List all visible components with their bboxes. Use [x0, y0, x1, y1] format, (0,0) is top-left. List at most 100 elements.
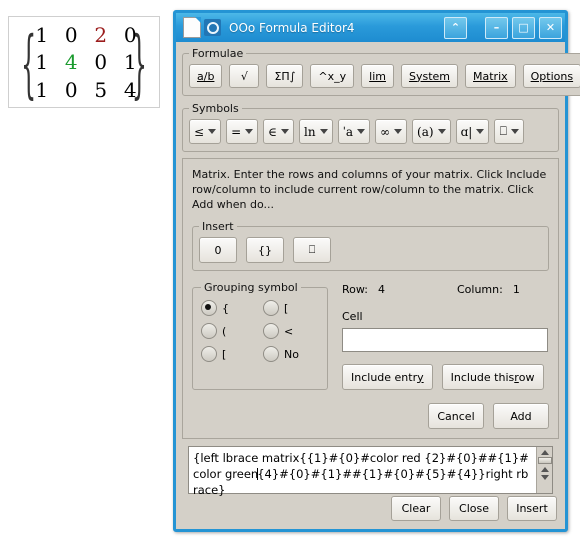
- symbol-dropdown-set-operations[interactable]: ∈: [263, 119, 295, 144]
- grouping-symbol-group: Grouping symbol { [ ( < [ No: [192, 281, 328, 390]
- chevron-down-icon: [394, 129, 403, 134]
- symbol-dropdown-brackets[interactable]: (a): [412, 119, 451, 144]
- scroll-down-icon[interactable]: [540, 475, 549, 480]
- chevron-down-icon: [281, 129, 290, 134]
- matrix-cell-r1-c3: 2: [94, 23, 108, 48]
- formula-button-fraction[interactable]: a/b: [189, 64, 223, 88]
- grouping-radio-grid: { [ ( < [ No: [201, 300, 319, 362]
- symbol-dropdown-others[interactable]: ∞: [375, 119, 408, 144]
- chevron-down-icon: [319, 129, 328, 134]
- cell-input[interactable]: [342, 328, 548, 352]
- radio-indicator[interactable]: [263, 300, 279, 316]
- scroll-thumb[interactable]: [537, 457, 552, 464]
- scroll-up-icon[interactable]: [540, 450, 549, 455]
- formula-editor-window: OOo Formula Editor4 ⌃ – □ ✕ Formulae a/b…: [173, 10, 580, 532]
- chevron-down-icon: [245, 129, 254, 134]
- matrix-cell-r3-c1: 1: [35, 77, 49, 102]
- grouping-radio-brace[interactable]: {: [201, 300, 257, 316]
- insert-braces-button[interactable]: {}: [246, 237, 284, 263]
- symbols-button-row: ≤ = ∈ ln ˈa ∞ (a) ɑ| ⎕: [189, 119, 552, 144]
- scroll-up-small-icon[interactable]: [540, 467, 549, 472]
- matrix-cell-r1-c4: 0: [123, 23, 137, 48]
- grouping-radio-none[interactable]: No: [263, 346, 319, 362]
- include-entry-button[interactable]: Include entr y: [342, 364, 433, 390]
- chevron-down-icon: [437, 129, 446, 134]
- cancel-button[interactable]: Cancel: [428, 403, 484, 429]
- grouping-radio-paren[interactable]: (: [201, 323, 257, 339]
- matrix-cell-r1-c2: 0: [64, 23, 78, 48]
- formula-text-content[interactable]: {left lbrace matrix{{1}#{0}#color red {2…: [189, 447, 536, 497]
- formulae-button-row: a/b √ ΣΠ∫ ^x_y lim System Matrix Options: [189, 64, 580, 88]
- symbol-dropdown-formats[interactable]: ɑ|: [455, 119, 490, 144]
- matrix-action-row: Cancel Add: [428, 403, 549, 429]
- close-button-bottom[interactable]: Close: [449, 496, 499, 521]
- radio-indicator[interactable]: [263, 323, 279, 339]
- insert-legend: Insert: [202, 220, 234, 233]
- insert-button-row: 0 {} ⎕: [199, 237, 542, 263]
- matrix-cell-r2-c3: 0: [94, 50, 108, 75]
- chevron-down-icon: [510, 129, 519, 134]
- options-button[interactable]: Options: [522, 64, 580, 88]
- formula-button-matrix[interactable]: Matrix: [465, 64, 516, 88]
- clear-button[interactable]: Clear: [391, 496, 441, 521]
- grouping-symbol-legend: Grouping symbol: [204, 281, 298, 294]
- chevron-down-icon: [476, 129, 485, 134]
- formula-textarea[interactable]: {left lbrace matrix{{1}#{0}#color red {2…: [188, 446, 553, 497]
- radio-indicator[interactable]: [201, 323, 217, 339]
- close-button[interactable]: ✕: [539, 16, 562, 39]
- chevron-down-icon: [357, 129, 366, 134]
- matrix-preview-panel: { } 102014011054: [8, 16, 160, 108]
- window-title: OOo Formula Editor4: [229, 20, 355, 35]
- chevron-down-icon: [208, 129, 217, 134]
- formula-button-radical[interactable]: √: [229, 64, 260, 88]
- column-value: 1: [512, 283, 520, 296]
- symbol-dropdown-relations-unary[interactable]: ≤: [189, 119, 222, 144]
- radio-indicator[interactable]: [201, 346, 217, 362]
- matrix-panel: Matrix. Enter the rows and columns of yo…: [182, 158, 559, 439]
- maximize-button[interactable]: □: [512, 16, 535, 39]
- app-badge-icon: [204, 19, 221, 36]
- formulae-legend: Formulae: [192, 47, 244, 60]
- matrix-cell-r3-c2: 0: [64, 77, 78, 102]
- formula-button-limit[interactable]: lim: [361, 64, 394, 88]
- matrix-cell-r2-c4: 1: [123, 50, 137, 75]
- symbol-dropdown-attributes[interactable]: ˈa: [337, 119, 371, 144]
- formula-button-system[interactable]: System: [400, 64, 458, 88]
- symbols-legend: Symbols: [192, 102, 239, 115]
- cell-label: Cell: [342, 310, 363, 323]
- minimize-button[interactable]: –: [485, 16, 508, 39]
- matrix-cell-r2-c2: 4: [64, 50, 78, 75]
- insert-button[interactable]: Insert: [507, 496, 557, 521]
- symbol-dropdown-relations[interactable]: =: [226, 119, 259, 144]
- row-value: 4: [377, 283, 385, 296]
- grouping-radio-angle[interactable]: <: [263, 323, 319, 339]
- symbol-dropdown-functions[interactable]: ln: [299, 119, 333, 144]
- window-titlebar[interactable]: OOo Formula Editor4 ⌃ – □ ✕: [176, 13, 565, 42]
- dialog-button-row: Clear Close Insert: [391, 496, 557, 521]
- matrix-help-text: Matrix. Enter the rows and columns of yo…: [192, 168, 547, 211]
- formula-button-operators[interactable]: ΣΠ∫: [266, 64, 304, 88]
- radio-indicator[interactable]: [263, 346, 279, 362]
- document-icon: [183, 17, 201, 38]
- insert-zero-button[interactable]: 0: [199, 237, 237, 263]
- formula-button-superscript[interactable]: ^x_y: [310, 64, 355, 88]
- matrix-cell-r1-c1: 1: [35, 23, 49, 48]
- symbols-group: Symbols ≤ = ∈ ln ˈa ∞ (a) ɑ| ⎕: [182, 102, 559, 152]
- grouping-radio-double-square[interactable]: [: [201, 346, 257, 362]
- row-label: Row:: [342, 283, 368, 296]
- include-button-row: Include entr y Include this r ow: [342, 364, 549, 390]
- radio-indicator[interactable]: [201, 300, 217, 316]
- formula-scrollbar[interactable]: [536, 447, 552, 493]
- matrix-mid-area: Grouping symbol { [ ( < [ No Row: 4 Colu: [192, 281, 549, 390]
- add-button[interactable]: Add: [493, 403, 549, 429]
- row-column-status: Row: 4 Column: 1: [342, 283, 549, 296]
- insert-placeholder-button[interactable]: ⎕: [293, 237, 331, 263]
- symbol-dropdown-catalog[interactable]: ⎕: [494, 119, 525, 144]
- matrix-cell-r3-c3: 5: [94, 77, 108, 102]
- grouping-radio-square-bracket[interactable]: [: [263, 300, 319, 316]
- cell-area: Row: 4 Column: 1 Cell Include entr y Incl…: [342, 281, 549, 390]
- matrix-cell-r2-c1: 1: [35, 50, 49, 75]
- rollup-button[interactable]: ⌃: [444, 16, 467, 39]
- include-this-row-button[interactable]: Include this r ow: [441, 364, 544, 390]
- insert-group: Insert 0 {} ⎕: [192, 220, 549, 271]
